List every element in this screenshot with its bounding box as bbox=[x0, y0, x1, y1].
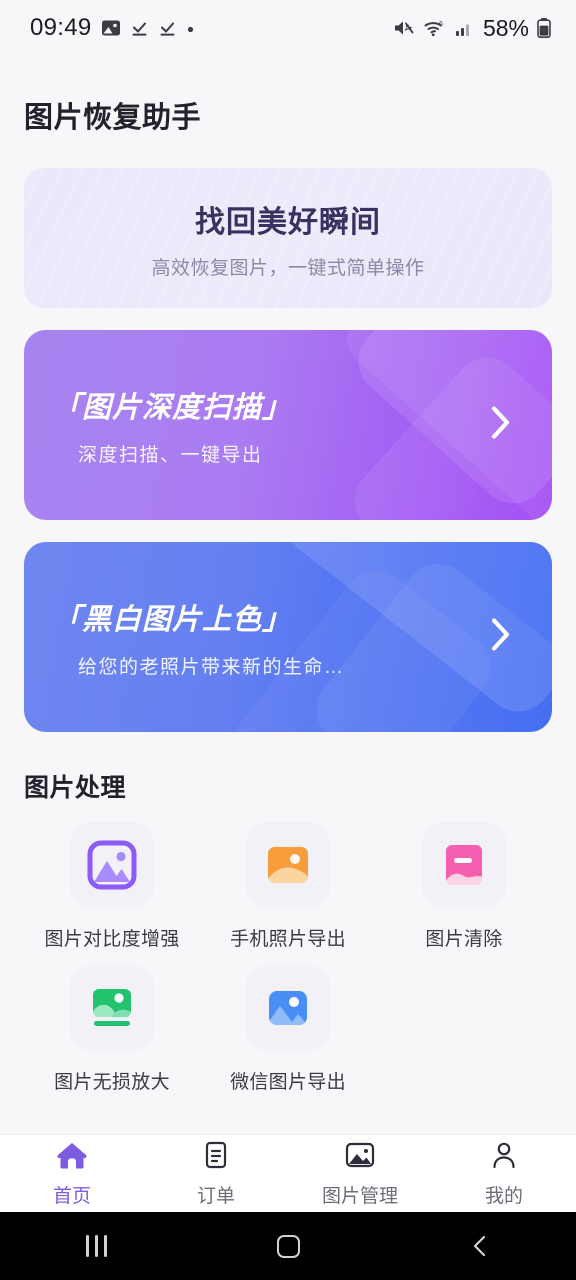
hero-subtitle: 高效恢复图片，一键式简单操作 bbox=[151, 257, 425, 279]
photo-export-icon bbox=[244, 822, 331, 908]
chevron-right-icon[interactable] bbox=[488, 401, 514, 450]
main-content: 图片恢复助手 找回美好瞬间 高效恢复图片，一键式简单操作 「图片深度扫描」 深度… bbox=[0, 56, 576, 1134]
battery-icon bbox=[536, 17, 552, 39]
recents-icon[interactable] bbox=[0, 1235, 192, 1257]
feature-card-text: 「图片深度扫描」 深度扫描、一键导出 bbox=[24, 384, 292, 467]
download-check-icon bbox=[130, 19, 149, 38]
tab-label: 首页 bbox=[52, 1185, 91, 1207]
mute-icon bbox=[392, 18, 416, 38]
android-nav-bar bbox=[0, 1212, 576, 1280]
back-icon[interactable] bbox=[384, 1233, 576, 1259]
tab-label: 订单 bbox=[196, 1185, 235, 1207]
feature-card-title: 「图片深度扫描」 bbox=[52, 391, 293, 424]
tool-item-lossless-upscale[interactable]: 图片无损放大 bbox=[24, 965, 200, 1094]
card-decoration bbox=[344, 330, 552, 518]
tool-item-label: 图片对比度增强 bbox=[44, 929, 180, 950]
download-check-icon bbox=[158, 19, 177, 38]
tab-label: 我的 bbox=[484, 1185, 523, 1207]
tab-label: 图片管理 bbox=[321, 1185, 398, 1207]
page-title: 图片恢复助手 bbox=[24, 102, 202, 134]
card-decoration bbox=[335, 330, 552, 520]
cellular-signal-icon bbox=[454, 18, 474, 38]
photo-enhance-icon bbox=[68, 822, 155, 908]
tool-item-photo-erase[interactable]: 图片清除 bbox=[376, 822, 552, 951]
home-circle-icon[interactable] bbox=[192, 1234, 384, 1258]
tool-item-phone-photo-export[interactable]: 手机照片导出 bbox=[200, 822, 376, 951]
tab-image-management[interactable]: 图片管理 bbox=[288, 1135, 432, 1212]
card-decoration bbox=[340, 343, 552, 520]
tool-item-wechat-photo-export[interactable]: 微信图片导出 bbox=[200, 965, 376, 1094]
photo-wechat-icon bbox=[244, 965, 331, 1051]
status-bar-left: 09:49 bbox=[30, 14, 195, 42]
tab-profile[interactable]: 我的 bbox=[432, 1135, 576, 1212]
feature-card-colorize[interactable]: 「黑白图片上色」 给您的老照片带来新的生命… bbox=[24, 542, 552, 732]
battery-percent: 58% bbox=[482, 14, 529, 41]
status-bar-right: 6 58% bbox=[392, 15, 552, 42]
home-icon bbox=[55, 1140, 89, 1175]
section-title: 图片处理 bbox=[24, 774, 127, 802]
tool-item-label: 图片无损放大 bbox=[54, 1072, 170, 1093]
person-icon bbox=[489, 1140, 519, 1175]
tab-orders[interactable]: 订单 bbox=[144, 1135, 288, 1212]
svg-text:6: 6 bbox=[439, 21, 443, 28]
hero-banner: 找回美好瞬间 高效恢复图片，一键式简单操作 bbox=[24, 168, 552, 308]
tools-grid: 图片对比度增强 手机照片导出 图片清除 图片无损放大 微信图片导出 bbox=[24, 822, 552, 1108]
feature-card-title: 「黑白图片上色」 bbox=[52, 603, 293, 636]
tab-home[interactable]: 首页 bbox=[0, 1135, 144, 1212]
feature-card-subtitle: 给您的老照片带来新的生命… bbox=[78, 656, 345, 678]
order-icon bbox=[201, 1140, 231, 1175]
tool-item-label: 手机照片导出 bbox=[230, 929, 346, 950]
app-screen: 09:49 6 58% 图片恢复助手 找回美好瞬间 高效恢复图片，一键式简单操作… bbox=[0, 0, 576, 1280]
tool-item-label: 图片清除 bbox=[425, 929, 503, 950]
feature-card-text: 「黑白图片上色」 给您的老照片带来新的生命… bbox=[24, 596, 345, 679]
status-bar: 09:49 6 58% bbox=[0, 0, 576, 56]
feature-card-deep-scan[interactable]: 「图片深度扫描」 深度扫描、一键导出 bbox=[24, 330, 552, 520]
bottom-tab-bar: 首页 订单 图片管理 我的 bbox=[0, 1134, 576, 1212]
status-time: 09:49 bbox=[30, 14, 92, 41]
gallery-icon bbox=[343, 1140, 377, 1175]
feature-card-subtitle: 深度扫描、一键导出 bbox=[78, 444, 263, 466]
dot-icon bbox=[186, 24, 195, 33]
photo-upscale-icon bbox=[68, 965, 155, 1051]
wifi-icon: 6 bbox=[423, 18, 447, 38]
photo-icon bbox=[101, 18, 121, 38]
tool-item-contrast-enhance[interactable]: 图片对比度增强 bbox=[24, 822, 200, 951]
chevron-right-icon[interactable] bbox=[488, 613, 514, 662]
tool-item-label: 微信图片导出 bbox=[230, 1072, 346, 1093]
photo-erase-icon bbox=[420, 822, 507, 908]
hero-title: 找回美好瞬间 bbox=[195, 205, 381, 239]
